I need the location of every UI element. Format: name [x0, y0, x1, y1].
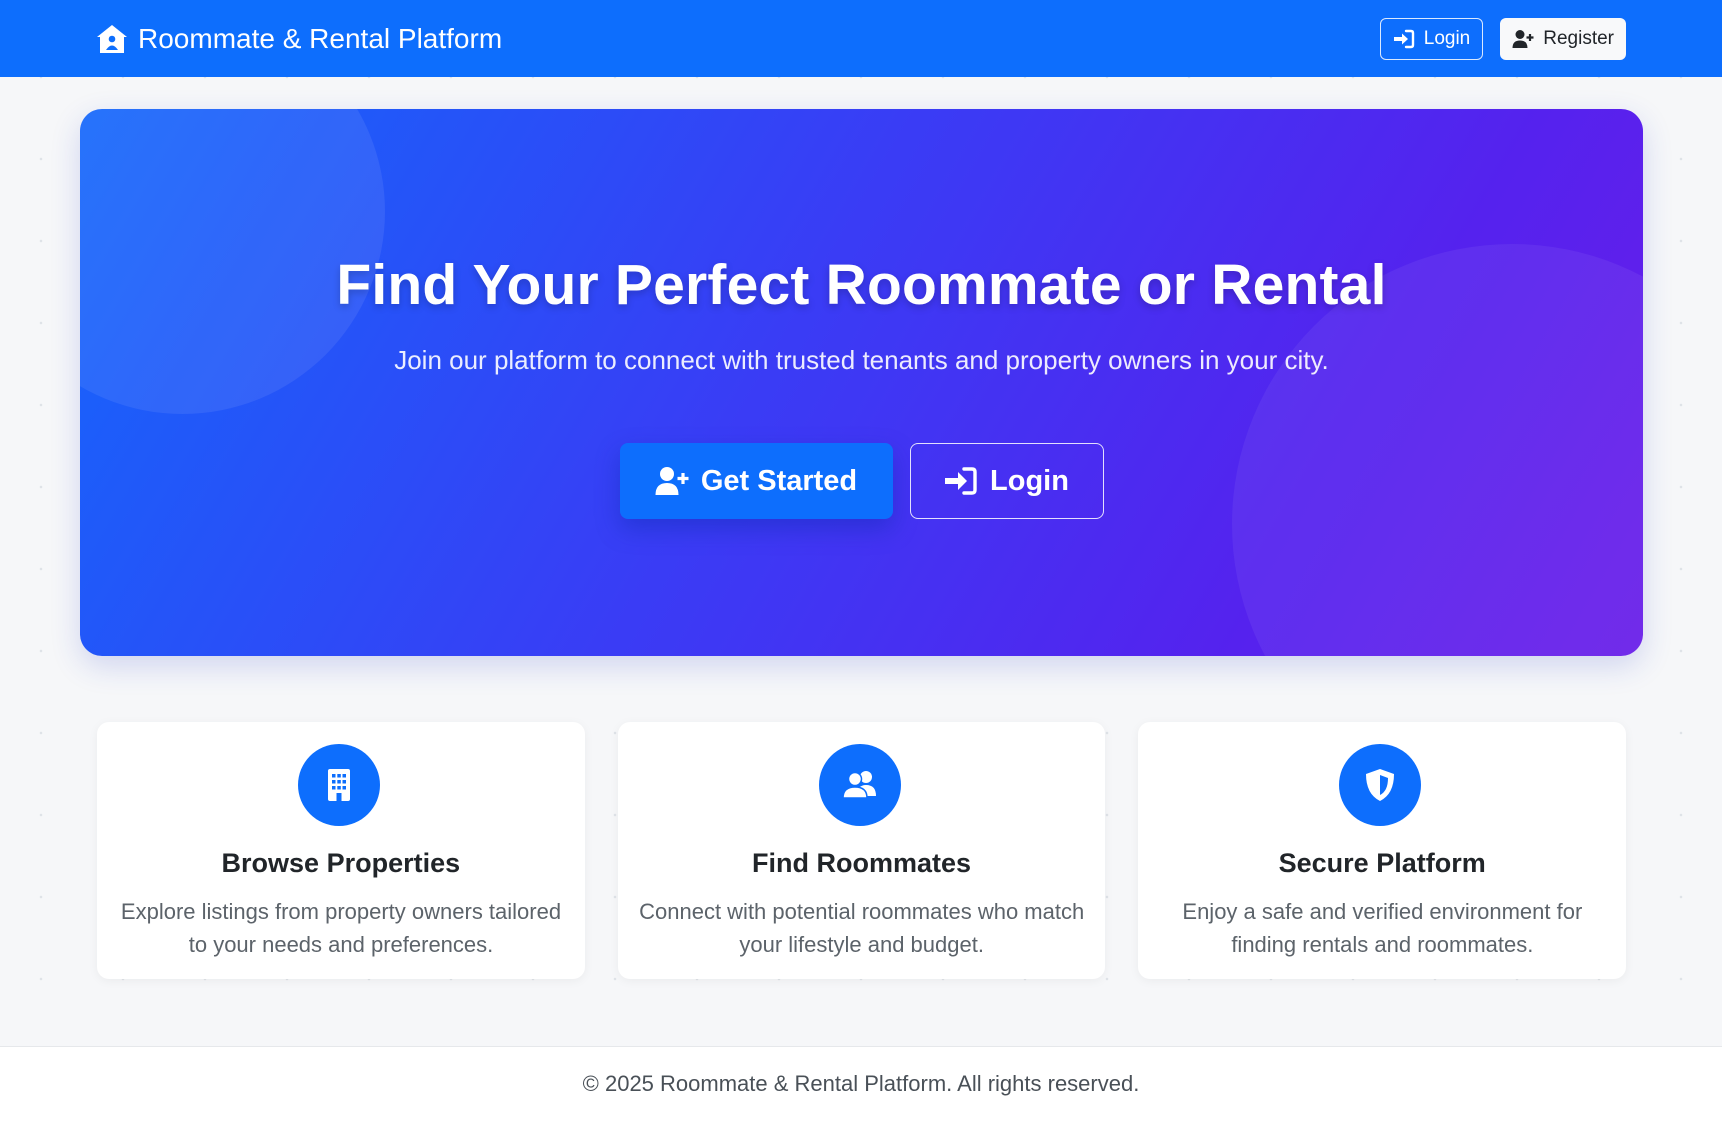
user-plus-icon: [1512, 29, 1534, 48]
feature-text: Explore listings from property owners ta…: [120, 899, 562, 957]
get-started-button[interactable]: Get Started: [619, 443, 893, 519]
hero-login-label: Login: [990, 464, 1069, 497]
feature-text: Enjoy a safe and verified environment fo…: [1182, 899, 1583, 957]
building-icon: [328, 769, 350, 801]
brand-link[interactable]: Roommate & Rental Platform: [96, 23, 502, 55]
house-icon: [97, 24, 127, 53]
feature-card-secure-platform: Secure Platform Enjoy a safe and verifie…: [1138, 722, 1627, 979]
nav-actions: Login Register: [1379, 17, 1626, 60]
footer: © 2025 Roommate & Rental Platform. All r…: [0, 1046, 1722, 1121]
user-plus-icon: [655, 467, 689, 495]
navbar: Roommate & Rental Platform Login Registe…: [0, 0, 1722, 77]
sign-in-icon: [1393, 29, 1414, 48]
features-section: Browse Properties Explore listings from …: [97, 722, 1627, 979]
nav-register-label: Register: [1543, 27, 1614, 49]
nav-register-button[interactable]: Register: [1500, 17, 1626, 60]
shield-icon: [1366, 769, 1395, 801]
hero-title: Find Your Perfect Roommate or Rental: [336, 253, 1387, 317]
nav-login-label: Login: [1423, 27, 1471, 49]
hero-login-button[interactable]: Login: [909, 443, 1104, 519]
hero-section: Find Your Perfect Roommate or Rental Joi…: [80, 109, 1643, 656]
feature-title: Browse Properties: [221, 848, 461, 878]
feature-card-find-roommates: Find Roommates Connect with potential ro…: [617, 722, 1106, 979]
hero-actions: Get Started Login: [80, 443, 1643, 519]
hero-subtitle: Join our platform to connect with truste…: [394, 345, 1329, 375]
feature-text: Connect with potential roommates who mat…: [639, 899, 1085, 957]
sign-in-icon: [945, 467, 977, 495]
get-started-label: Get Started: [700, 464, 858, 497]
brand-name: Roommate & Rental Platform: [138, 22, 503, 54]
feature-icon-circle: [1339, 744, 1422, 826]
feature-title: Secure Platform: [1278, 848, 1486, 878]
feature-title: Find Roommates: [751, 848, 972, 878]
feature-icon-circle: [818, 744, 901, 826]
feature-icon-circle: [298, 744, 380, 826]
users-icon: [841, 771, 876, 799]
nav-login-button[interactable]: Login: [1379, 17, 1484, 60]
footer-copyright: © 2025 Roommate & Rental Platform. All r…: [582, 1071, 1140, 1096]
feature-card-browse-properties: Browse Properties Explore listings from …: [97, 722, 585, 979]
